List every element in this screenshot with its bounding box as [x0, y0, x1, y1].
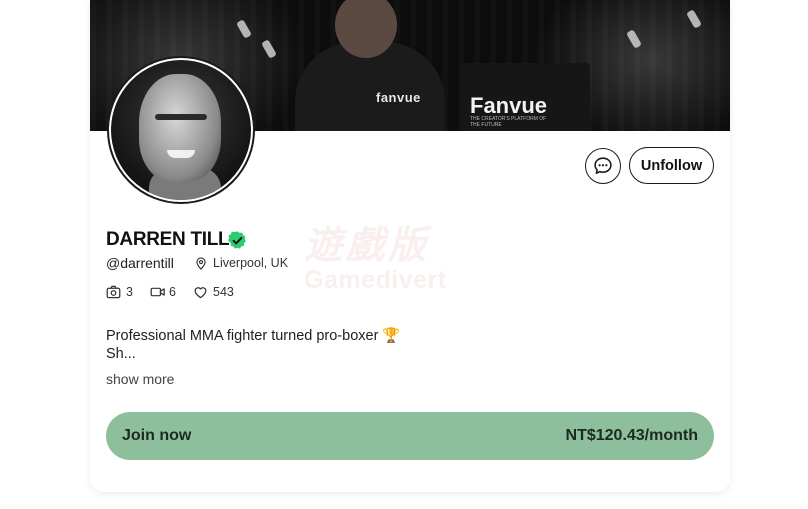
show-more-link[interactable]: show more [106, 371, 174, 387]
profile-handle: @darrentill [106, 255, 174, 271]
bio-line-2: Sh... [106, 346, 136, 362]
video-icon [150, 287, 165, 297]
photos-count: 3 [126, 285, 133, 299]
profile-location: Liverpool, UK [213, 256, 289, 270]
camera-icon [106, 285, 121, 299]
watermark: 遊戲版 Gamedivert [304, 214, 504, 296]
bio-line-1: Professional MMA fighter turned pro-boxe… [106, 328, 401, 344]
location-pin-icon [196, 257, 206, 270]
banner-podium-tagline: THE CREATOR'S PLATFORM OF THE FUTURE [470, 116, 547, 128]
likes-count: 543 [213, 285, 234, 299]
profile-bio: Professional MMA fighter turned pro-boxe… [106, 327, 526, 363]
message-button[interactable] [585, 148, 621, 184]
join-subscription-button[interactable]: Join now NT$120.43/month [106, 412, 714, 460]
verified-badge-icon [228, 231, 246, 249]
subscription-price: NT$120.43/month [565, 427, 698, 444]
avatar[interactable] [107, 56, 255, 204]
watermark-bottom-text: Gamedivert [304, 266, 447, 294]
join-label: Join now [122, 427, 192, 444]
chat-bubble-icon [594, 157, 612, 175]
banner-shirt-logo: fanvue [376, 90, 421, 105]
unfollow-button[interactable]: Unfollow [629, 147, 714, 184]
videos-count: 6 [169, 285, 176, 299]
watermark-top-text: 遊戲版 [304, 225, 431, 267]
profile-name: DARREN TILL [106, 229, 230, 250]
heart-icon [194, 287, 207, 299]
